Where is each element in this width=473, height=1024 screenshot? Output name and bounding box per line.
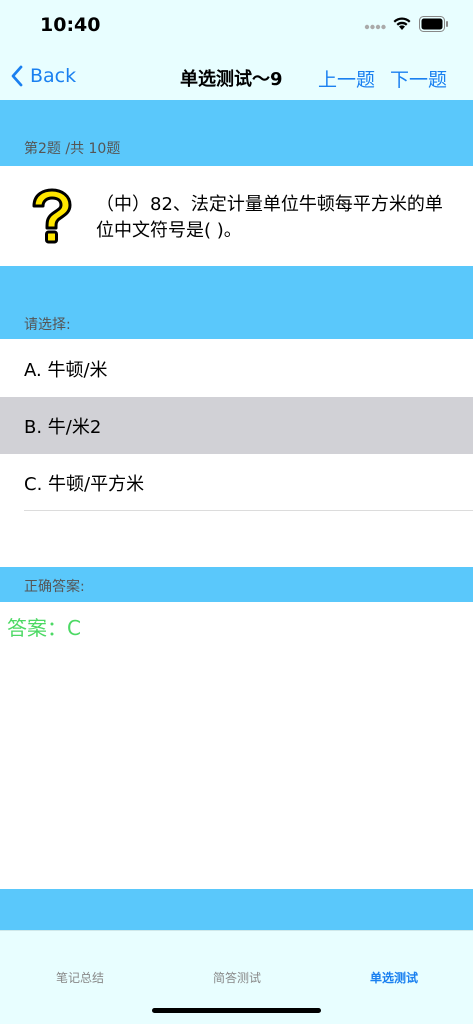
page-title: 单选测试～9 xyxy=(180,69,283,90)
question-row: （中）82、法定计量单位牛顿每平方米的单位中文符号是( )。 xyxy=(0,166,473,266)
options-divider xyxy=(24,510,473,511)
option-b-label: B. 牛/米2 xyxy=(24,416,102,438)
answer-header-band: 正确答案: xyxy=(0,567,473,602)
question-text: （中）82、法定计量单位牛顿每平方米的单位中文符号是( )。 xyxy=(96,194,443,241)
option-b[interactable]: B. 牛/米2 xyxy=(0,397,473,454)
option-a[interactable]: A. 牛顿/米 xyxy=(0,340,473,397)
wifi-icon xyxy=(393,17,411,30)
previous-question-button[interactable]: 上一题 xyxy=(318,65,375,92)
status-bar: 10:40 xyxy=(0,0,473,52)
signal-dots-icon xyxy=(364,24,386,30)
correct-answer: 答案：C xyxy=(7,616,81,640)
footer-band xyxy=(0,889,473,930)
status-time: 10:40 xyxy=(40,14,101,36)
navigation-bar: Back 单选测试～9 上一题 下一题 xyxy=(0,52,473,100)
answer-label: 正确答案: xyxy=(24,579,85,595)
back-button[interactable]: Back xyxy=(10,62,76,90)
tab-notes-summary[interactable]: 笔记总结 xyxy=(56,969,104,986)
option-c-label: C. 牛顿/平方米 xyxy=(24,473,145,495)
question-progress: 第2题 /共 10题 xyxy=(24,141,121,157)
option-a-label: A. 牛顿/米 xyxy=(24,359,108,381)
options-header-band: 请选择: xyxy=(0,266,473,339)
back-label: Back xyxy=(30,65,77,87)
next-question-button[interactable]: 下一题 xyxy=(390,65,447,92)
home-indicator xyxy=(152,1008,321,1013)
tab-short-answer-test[interactable]: 简答测试 xyxy=(213,969,261,986)
question-header-band: 第2题 /共 10题 xyxy=(0,100,473,166)
option-c[interactable]: C. 牛顿/平方米 xyxy=(0,454,473,511)
battery-icon xyxy=(419,16,448,32)
options-label: 请选择: xyxy=(24,317,71,333)
question-mark-icon xyxy=(32,188,72,244)
chevron-left-icon xyxy=(11,65,23,87)
tab-single-choice-test[interactable]: 单选测试 xyxy=(370,969,418,986)
